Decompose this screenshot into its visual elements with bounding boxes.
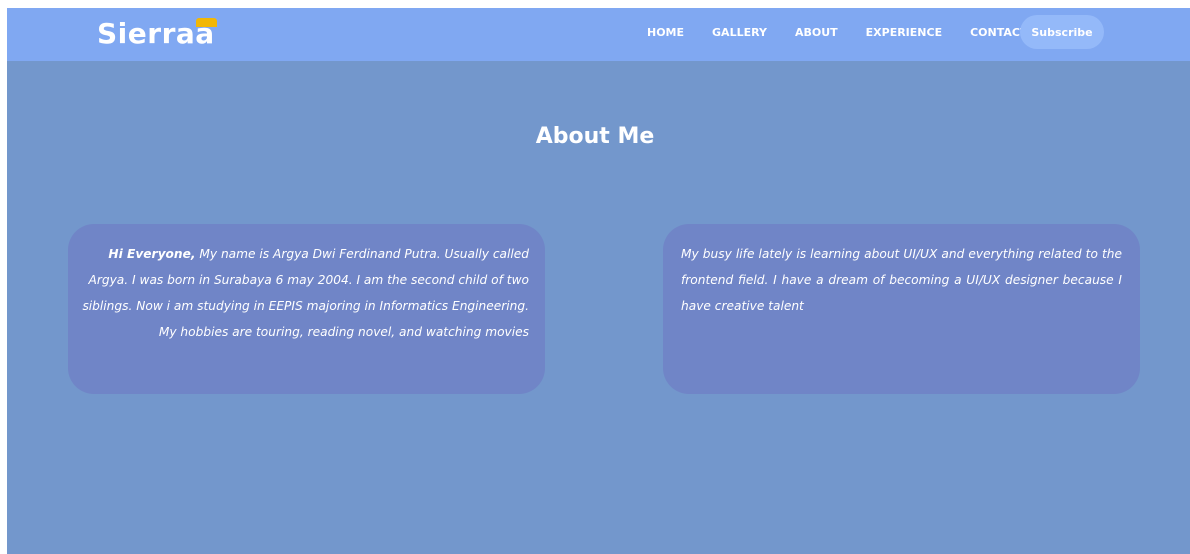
about-card-interests: My busy life lately is learning about UI… [663,224,1140,394]
logo[interactable]: Sierraa [97,14,217,50]
main-nav: HOME GALLERY ABOUT EXPERIENCE CONTACT [647,8,1055,61]
nav-gallery-link[interactable]: GALLERY [712,26,767,39]
logo-accent-mark [196,18,217,27]
page-frame: Sierraa HOME GALLERY ABOUT EXPERIENCE CO… [7,8,1190,554]
nav-home-link[interactable]: HOME [647,26,684,39]
intro-greeting: Hi Everyone, [108,247,196,261]
navbar: Sierraa HOME GALLERY ABOUT EXPERIENCE CO… [7,8,1190,61]
nav-about-link[interactable]: ABOUT [795,26,838,39]
about-section-title: About Me [535,124,655,149]
interests-text: My busy life lately is learning about UI… [681,247,1122,313]
about-card-intro: Hi Everyone, My name is Argya Dwi Ferdin… [68,224,545,394]
subscribe-button[interactable]: Subscribe [1020,15,1104,49]
nav-experience-link[interactable]: EXPERIENCE [866,26,942,39]
nav-contact-link[interactable]: CONTACT [970,26,1027,39]
